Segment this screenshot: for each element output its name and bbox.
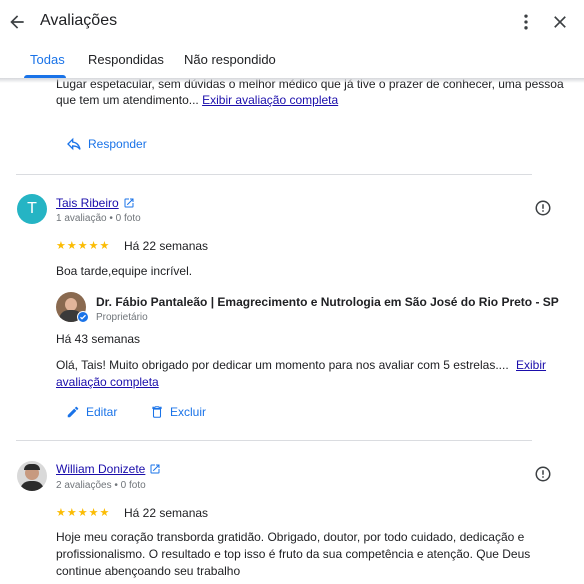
tab-todas[interactable]: Todas: [30, 52, 65, 67]
edit-reply-button[interactable]: Editar: [66, 405, 117, 419]
report-icon[interactable]: [534, 465, 552, 483]
tab-bar: Todas Respondidas Não respondido: [0, 44, 584, 78]
review-text-line1: Hoje meu coração transborda gratidão. Ob…: [56, 530, 525, 544]
show-full-reply-link-2[interactable]: avaliação completa: [56, 375, 159, 389]
delete-reply-button[interactable]: Excluir: [150, 405, 206, 419]
review-time: Há 22 semanas: [124, 506, 209, 520]
report-icon[interactable]: [534, 199, 552, 217]
review-text: Boa tarde,equipe incrível.: [56, 264, 193, 278]
reviewer-meta: 2 avaliações • 0 foto: [56, 480, 146, 491]
show-full-reply-link[interactable]: Exibir: [516, 358, 546, 372]
review-text-line2: que tem um atendimento... Exibir avaliaç…: [56, 93, 339, 107]
reviewer-meta: 1 avaliação • 0 foto: [56, 213, 141, 224]
owner-reply-text-line2: avaliação completa: [56, 374, 159, 390]
owner-reply-time: Há 43 semanas: [56, 332, 141, 346]
top-bar: Avaliações: [0, 0, 584, 44]
owner-role: Proprietário: [96, 312, 148, 323]
reply-icon: [67, 137, 81, 151]
reply-button[interactable]: Responder: [66, 136, 147, 152]
owner-name: Dr. Fábio Pantaleão | Emagrecimento e Nu…: [96, 295, 559, 309]
open-in-new-icon: [124, 198, 134, 208]
tab-nao-respondido[interactable]: Não respondido: [184, 52, 276, 67]
tab-bar-shadow: [0, 78, 584, 83]
back-arrow-icon[interactable]: [7, 12, 27, 32]
review-time: Há 22 semanas: [124, 239, 209, 253]
star-rating: ★★★★★: [56, 240, 111, 252]
reviewer-name-link[interactable]: Tais Ribeiro: [56, 196, 135, 210]
avatar: T: [17, 194, 47, 224]
delete-label: Excluir: [170, 405, 207, 419]
reply-label: Responder: [88, 137, 147, 151]
trash-icon: [152, 406, 162, 418]
review-text-line3: continue abençoando seu trabalho: [56, 564, 241, 578]
star-rating: ★★★★★: [56, 507, 111, 519]
tab-respondidas[interactable]: Respondidas: [88, 52, 164, 67]
open-in-new-icon: [150, 464, 160, 474]
more-vert-icon[interactable]: [516, 12, 536, 32]
verified-badge-icon: [77, 311, 89, 323]
reviews-list[interactable]: Lugar espetacular, sem dúvidas o melhor …: [0, 78, 584, 584]
show-full-review-link[interactable]: Exibir avaliação completa: [202, 93, 338, 107]
reviewer-name-link[interactable]: William Donizete: [56, 462, 161, 476]
edit-label: Editar: [86, 405, 118, 419]
owner-reply-text: Olá, Tais! Muito obrigado por dedicar um…: [56, 358, 547, 372]
divider: [16, 440, 532, 441]
page-title: Avaliações: [40, 12, 118, 29]
divider: [16, 174, 532, 175]
close-icon[interactable]: [550, 12, 570, 32]
pencil-icon: [67, 406, 79, 418]
avatar: [17, 461, 47, 491]
review-text-line2: profissionalismo. O resultado e top isso…: [56, 547, 531, 561]
